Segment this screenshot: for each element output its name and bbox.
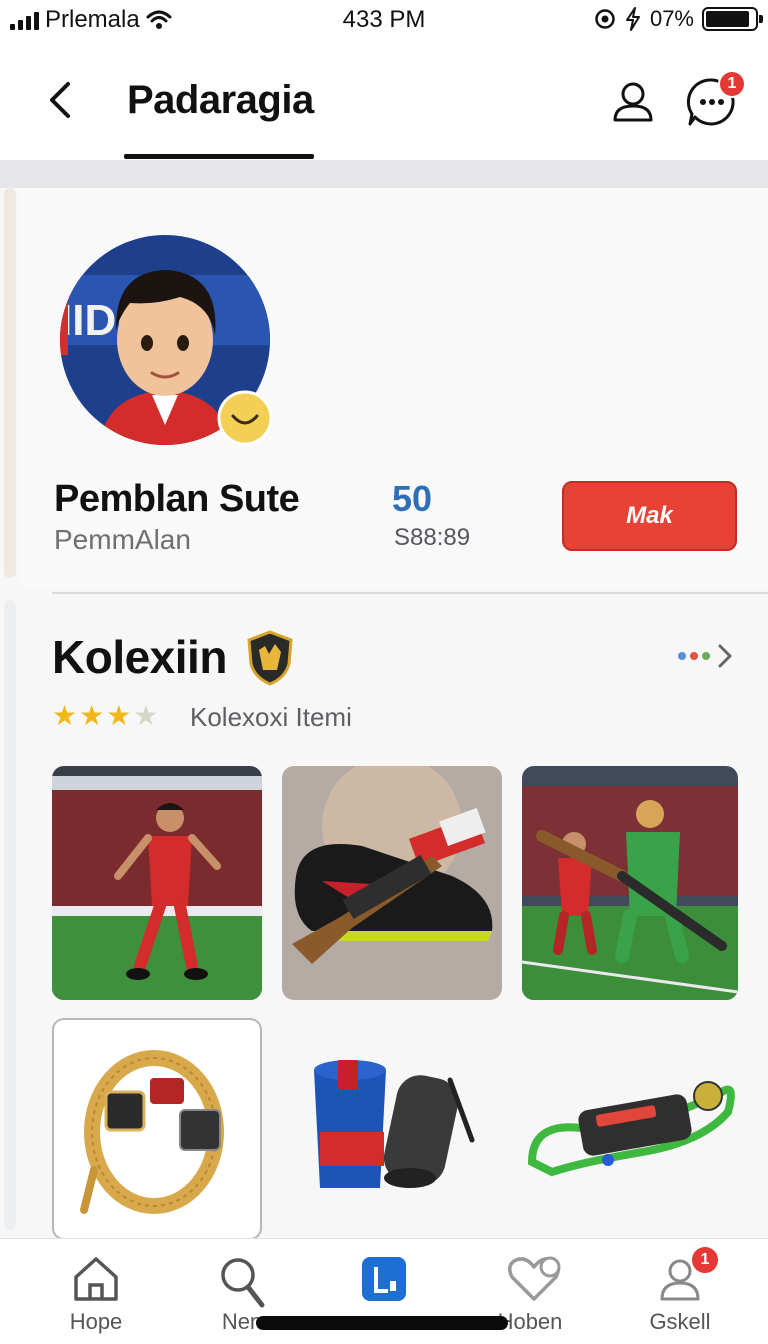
collection-item-cup-speaker[interactable]	[300, 1040, 490, 1210]
star-icon: ★	[106, 700, 132, 731]
status-bar: Prlemala 433 PM 07%	[0, 0, 768, 44]
app-center-icon	[362, 1257, 406, 1301]
notification-badge: 1	[718, 70, 746, 98]
stat-label: S88:89	[394, 524, 471, 551]
home-indicator[interactable]	[256, 1316, 508, 1330]
search-icon	[221, 1258, 265, 1308]
title-underline	[124, 154, 314, 159]
heart-icon	[508, 1256, 561, 1301]
collection-item-watch[interactable]	[52, 1018, 262, 1240]
profile-badge: 1	[690, 1245, 720, 1275]
collection-item-soldiers[interactable]	[522, 766, 738, 1000]
battery-icon	[702, 7, 763, 31]
nav-label: Gskell	[649, 1309, 711, 1334]
section-divider	[52, 592, 768, 594]
bolt-icon	[625, 7, 640, 31]
stat-value: 50	[392, 478, 433, 519]
nav-label: Hope	[69, 1309, 123, 1334]
star-icon: ★	[133, 700, 159, 731]
page-title: Padaragia	[127, 78, 314, 122]
nav-item-profile[interactable]: 1 Gskell	[620, 1239, 740, 1344]
header-divider	[0, 160, 768, 188]
collection-item-player[interactable]	[52, 766, 262, 1000]
profile-name: Pemblan Sute	[54, 478, 300, 520]
battery-percent: 07%	[649, 6, 694, 31]
collection-item-cable-device[interactable]	[522, 1062, 738, 1192]
shield-emblem-icon	[247, 630, 293, 686]
collection-subtitle: Kolexoxi Itemi	[190, 702, 352, 732]
scroll-rail	[4, 188, 16, 578]
star-icon: ★	[52, 700, 78, 731]
profile-subtitle: PemmAlan	[54, 524, 191, 555]
account-button[interactable]	[607, 76, 659, 128]
smile-badge-icon	[217, 390, 273, 446]
rating-stars: ★ ★ ★ ★	[52, 702, 158, 730]
star-icon: ★	[79, 700, 105, 731]
collection-item-boots-rifle[interactable]	[282, 766, 502, 1000]
collection-title: Kolexiin	[52, 631, 227, 683]
top-app-bar: Padaragia 1	[0, 44, 768, 160]
home-icon	[74, 1257, 118, 1301]
chevron-right-icon	[718, 644, 732, 668]
action-button[interactable]: Mak	[562, 481, 737, 551]
messages-button[interactable]: 1	[686, 70, 746, 128]
see-more-link[interactable]	[678, 642, 736, 670]
back-button[interactable]	[40, 78, 84, 122]
nav-item-home[interactable]: Hope	[36, 1239, 156, 1344]
scroll-rail-lower	[4, 600, 16, 1230]
alarm-icon	[595, 9, 615, 29]
